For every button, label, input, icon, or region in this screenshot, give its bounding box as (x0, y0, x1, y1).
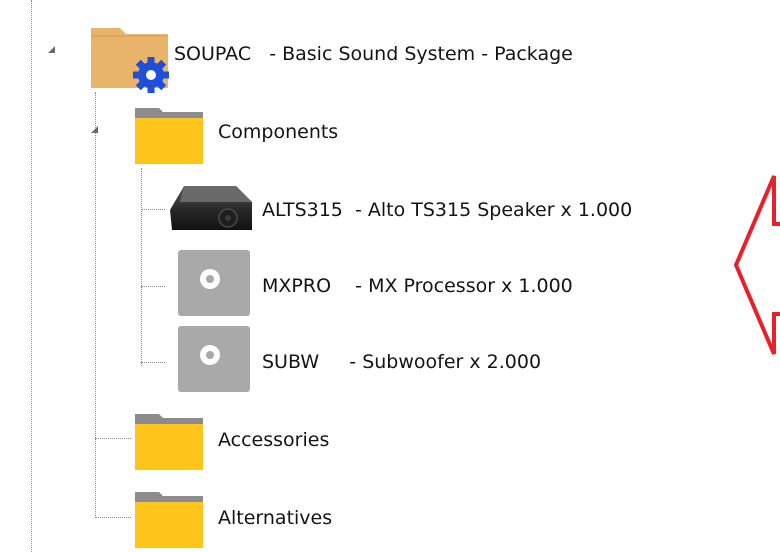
tree-node-component-item[interactable]: MXPRO - MX Processor x 1.000 (178, 250, 678, 320)
speaker-image-icon (170, 186, 252, 230)
tree-guide-connector (141, 362, 165, 363)
component-label: SUBW - Subwoofer x 2.000 (262, 351, 542, 373)
package-folder-gear-icon (91, 28, 169, 93)
folder-icon (135, 108, 203, 164)
tree-node-package[interactable]: SOUPAC - Basic Sound System - Package (86, 20, 646, 93)
red-arrow-annotation-icon (733, 175, 780, 355)
tree-node-accessories-folder[interactable]: Accessories (133, 410, 393, 474)
generic-item-icon (178, 250, 250, 316)
tree-guide-connector (141, 209, 165, 210)
folder-icon (135, 492, 203, 548)
folder-icon (135, 414, 203, 470)
tree-guide-connector (141, 286, 165, 287)
tree-guide-connector (95, 517, 131, 518)
tree-guide-line-components (141, 168, 142, 366)
component-label: ALTS315 - Alto TS315 Speaker x 1.000 (262, 199, 633, 221)
tree-node-components-folder[interactable]: Components (133, 104, 393, 168)
generic-item-icon (178, 326, 250, 392)
tree-node-component-item[interactable]: SUBW - Subwoofer x 2.000 (178, 326, 678, 396)
components-folder-label: Components (218, 121, 339, 143)
accessories-folder-label: Accessories (218, 429, 330, 451)
package-label: SOUPAC - Basic Sound System - Package (174, 43, 573, 65)
expand-collapse-package-toggle[interactable] (48, 46, 55, 53)
tree-guide-line-package (95, 92, 96, 518)
expand-collapse-components-toggle[interactable] (91, 126, 98, 133)
tree-node-alternatives-folder[interactable]: Alternatives (133, 488, 393, 552)
alternatives-folder-label: Alternatives (218, 507, 333, 529)
component-label: MXPRO - MX Processor x 1.000 (262, 275, 573, 297)
tree-node-component-item[interactable]: ALTS315 - Alto TS315 Speaker x 1.000 (166, 180, 686, 242)
tree-guide-line-root (31, 0, 32, 552)
tree-guide-connector (95, 438, 131, 439)
